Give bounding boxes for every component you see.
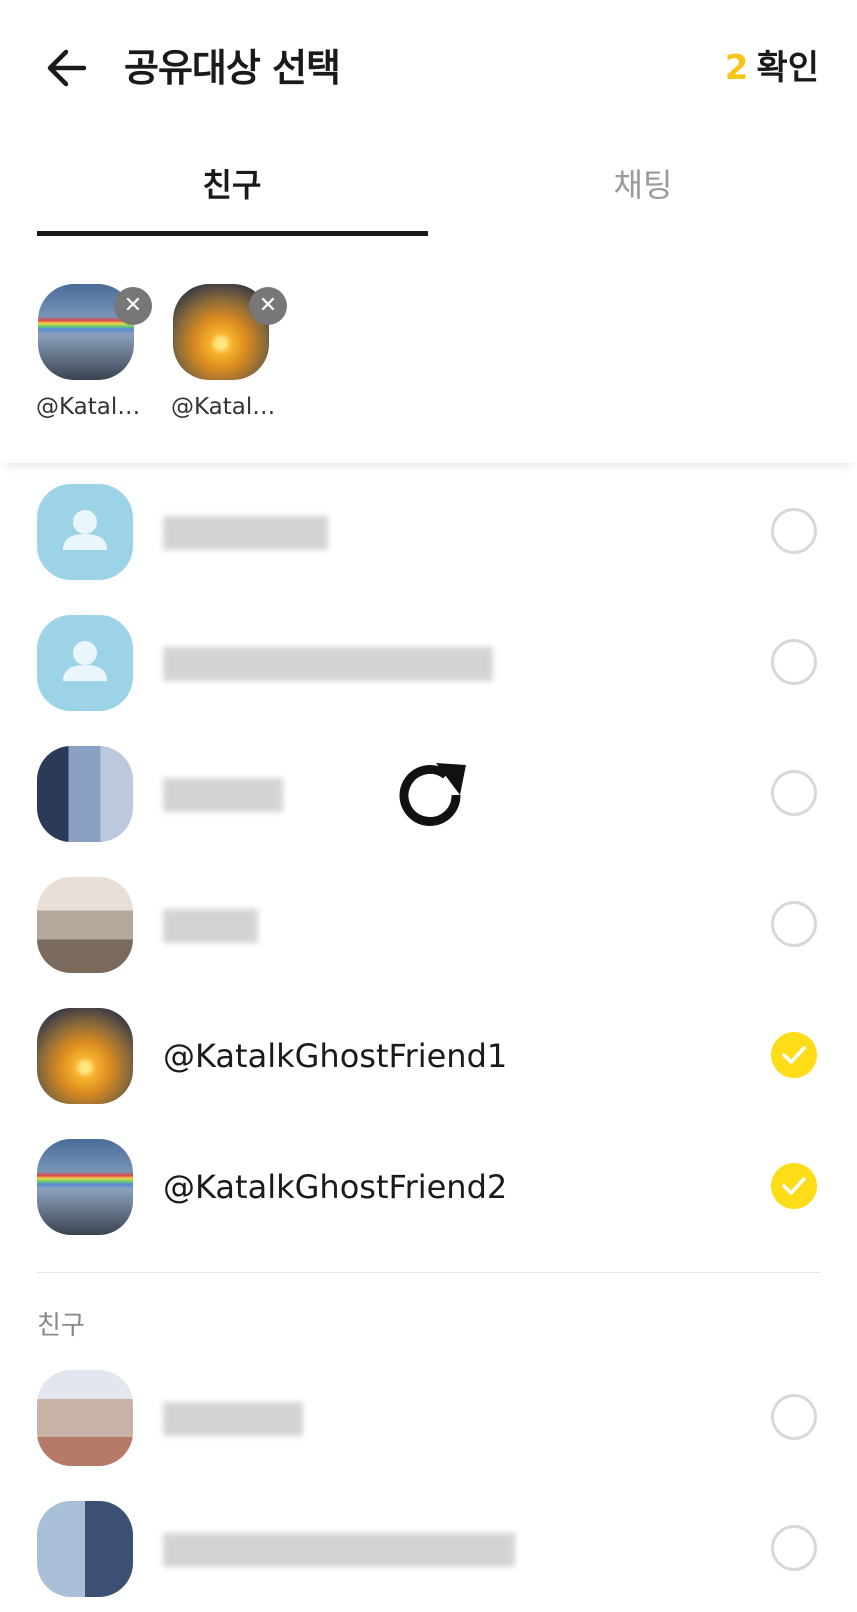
default-avatar-icon: [37, 615, 133, 711]
avatar: [37, 1139, 133, 1235]
default-avatar-icon: [37, 484, 133, 580]
select-radio-checked[interactable]: [771, 1163, 817, 1209]
list-item[interactable]: @KatalkGhostFriend2: [0, 1119, 857, 1250]
list-item[interactable]: [0, 1481, 857, 1612]
tab-chats[interactable]: 채팅: [448, 135, 838, 238]
tab-friends[interactable]: 친구: [37, 135, 427, 238]
avatar: [37, 1501, 133, 1597]
selected-count: 2: [724, 48, 749, 88]
select-radio[interactable]: [771, 508, 817, 554]
confirm-label: 확인: [756, 48, 819, 88]
close-icon[interactable]: ✕: [249, 287, 287, 325]
tab-bar: 친구 채팅: [0, 135, 857, 239]
check-icon: [782, 1046, 806, 1064]
select-radio[interactable]: [771, 901, 817, 947]
selected-chip-label: @Katal…: [171, 394, 276, 420]
list-item[interactable]: @KatalkGhostFriend1: [0, 988, 857, 1119]
redacted-name: [163, 647, 493, 681]
redacted-name: [163, 1402, 303, 1436]
avatar: [37, 1370, 133, 1466]
selected-recipients: ✕ @Katal… ✕ @Katal…: [0, 238, 857, 463]
avatar: [37, 1008, 133, 1104]
back-arrow-icon[interactable]: [40, 40, 96, 96]
refresh-icon[interactable]: [390, 755, 474, 839]
avatar: [37, 877, 133, 973]
friend-name: @KatalkGhostFriend1: [163, 1037, 508, 1075]
list-item[interactable]: [0, 1350, 857, 1481]
avatar: [37, 746, 133, 842]
section-divider: [37, 1272, 820, 1273]
redacted-name: [163, 778, 283, 812]
selected-chip-label: @Katal…: [36, 394, 141, 420]
confirm-button[interactable]: 2 확인: [725, 40, 819, 96]
active-tab-indicator: [37, 231, 428, 236]
section-header: 친구: [37, 1311, 85, 1341]
check-icon: [782, 1177, 806, 1195]
select-radio[interactable]: [771, 1525, 817, 1571]
select-radio[interactable]: [771, 770, 817, 816]
friend-name: @KatalkGhostFriend2: [163, 1168, 508, 1206]
select-radio[interactable]: [771, 1394, 817, 1440]
select-radio[interactable]: [771, 639, 817, 685]
list-item[interactable]: [0, 857, 857, 988]
redacted-name: [163, 909, 258, 943]
select-radio-checked[interactable]: [771, 1032, 817, 1078]
list-item[interactable]: [0, 464, 857, 595]
list-item[interactable]: [0, 595, 857, 726]
close-icon[interactable]: ✕: [114, 287, 152, 325]
page-title: 공유대상 선택: [124, 46, 341, 90]
app-header: 공유대상 선택 2 확인: [0, 0, 857, 135]
redacted-name: [163, 1533, 515, 1567]
redacted-name: [163, 516, 328, 550]
